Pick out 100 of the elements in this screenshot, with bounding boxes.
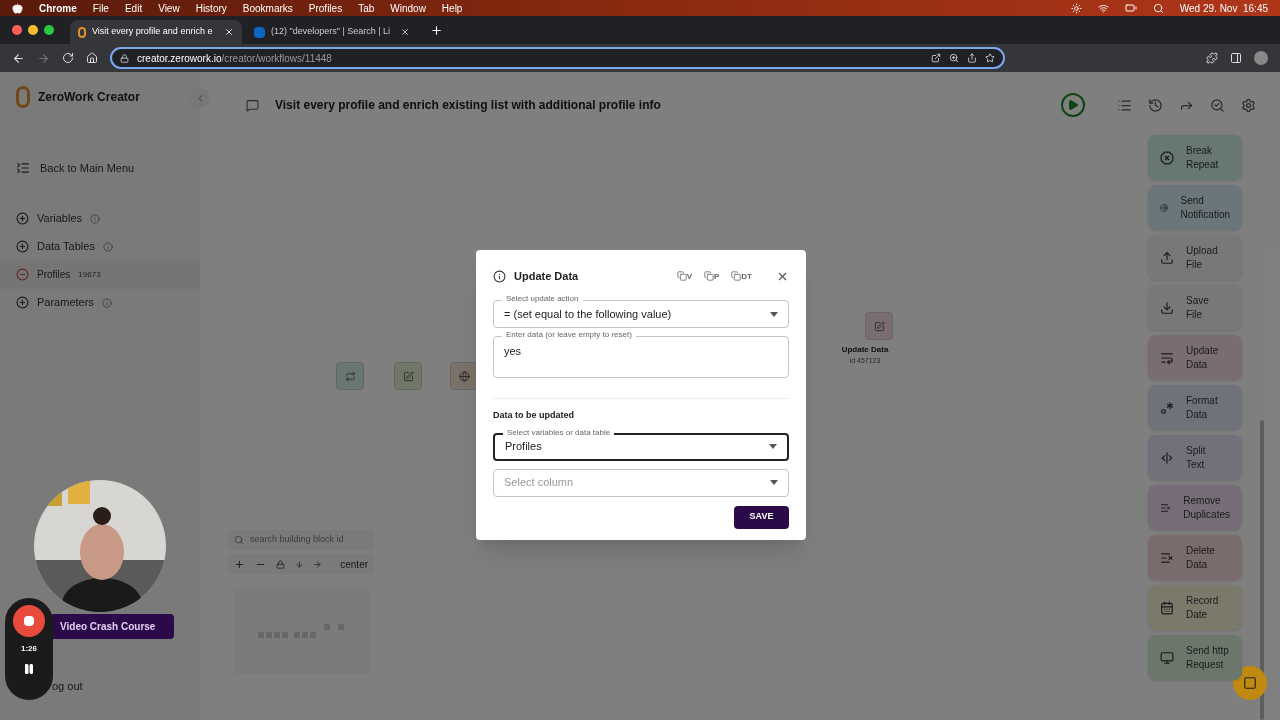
insert-shortcut-button[interactable]: P — [704, 271, 720, 281]
insert-shortcut-button[interactable]: V — [676, 271, 692, 281]
reload-icon[interactable] — [62, 52, 74, 64]
remove-icon[interactable] — [16, 268, 29, 281]
battery-icon[interactable] — [1124, 2, 1137, 14]
workflow-node[interactable] — [865, 312, 893, 340]
browser-tab[interactable]: (12) "developers" | Search | Li — [246, 20, 418, 44]
tab-title: Visit every profile and enrich e — [92, 25, 214, 39]
add-icon[interactable] — [16, 240, 29, 253]
lock-icon — [120, 53, 129, 63]
settings-icon[interactable] — [1241, 97, 1256, 113]
menu-item[interactable]: Help — [441, 0, 463, 16]
scrollbar[interactable] — [1260, 420, 1264, 720]
menu-item[interactable]: Tab — [358, 0, 375, 16]
menu-item[interactable]: File — [92, 0, 109, 16]
building-block[interactable]: Break Repeat — [1148, 135, 1242, 180]
building-block[interactable]: Remove Duplicates — [1148, 485, 1242, 530]
panel-icon — [1243, 676, 1257, 690]
new-tab-icon[interactable] — [430, 23, 443, 37]
block-label: Record Date — [1186, 593, 1219, 622]
block-label: Break Repeat — [1186, 143, 1219, 172]
field-placeholder: Select column — [504, 475, 575, 491]
pause-button[interactable] — [23, 663, 35, 675]
minimize-window-button[interactable] — [28, 25, 38, 35]
select-field[interactable]: Select column — [493, 468, 789, 497]
block-label: Split Text — [1186, 443, 1206, 472]
upload-icon — [1160, 250, 1174, 265]
menu-item[interactable]: History — [195, 0, 227, 16]
insert-shortcut-button[interactable]: DT — [731, 271, 752, 281]
field-value: = (set equal to the following value) — [504, 306, 673, 322]
apple-icon[interactable] — [12, 2, 23, 14]
menu-app-name[interactable]: Chrome — [39, 0, 77, 16]
profile-avatar[interactable] — [1254, 51, 1268, 65]
search-icon[interactable] — [1152, 2, 1164, 14]
menu-item[interactable]: Window — [390, 0, 426, 16]
regex-icon — [1160, 400, 1174, 415]
download-icon — [1160, 300, 1174, 315]
save-button[interactable]: SAVE — [734, 505, 789, 529]
url-text: creator.zerowork.io/creator/workflows/11448 — [137, 51, 333, 66]
block-label: Upload File — [1186, 243, 1218, 272]
menu-item[interactable]: Profiles — [308, 0, 343, 16]
arrow-down-button[interactable] — [294, 559, 304, 569]
back-icon[interactable] — [12, 51, 25, 65]
sidebar-item[interactable]: Variables — [37, 210, 83, 227]
sidebar-item[interactable]: Profiles — [37, 267, 71, 282]
menu-item[interactable]: Bookmarks — [242, 0, 293, 16]
side-panel-icon[interactable] — [1230, 52, 1242, 64]
sidebar-item[interactable]: Data Tables — [37, 238, 95, 255]
add-icon[interactable] — [16, 296, 29, 309]
share-icon[interactable] — [967, 53, 977, 63]
add-icon[interactable] — [16, 212, 29, 225]
edit-icon — [873, 320, 885, 332]
course-banner[interactable]: Video Crash Course — [50, 614, 174, 639]
sun-icon[interactable] — [1070, 2, 1082, 14]
stop-recording-button[interactable] — [13, 605, 45, 637]
field-value: Profiles — [505, 439, 543, 455]
back-to-menu-link[interactable]: Back to Main Menu — [40, 160, 135, 177]
browser-tab[interactable]: Visit every profile and enrich e — [70, 20, 242, 44]
workflow-node[interactable] — [336, 362, 364, 390]
block-label: Send Notification — [1180, 193, 1230, 222]
building-block[interactable]: Send http Request — [1148, 635, 1242, 680]
zoom-icon[interactable] — [949, 53, 959, 63]
forward-icon[interactable] — [37, 51, 50, 65]
close-icon[interactable] — [400, 27, 410, 37]
lock-button[interactable] — [275, 559, 285, 569]
menu-item[interactable]: View — [158, 0, 180, 16]
dialog-title: Update Data — [514, 268, 579, 284]
building-block[interactable]: Record Date — [1148, 585, 1242, 630]
menu-item[interactable]: Edit — [124, 0, 143, 16]
home-icon[interactable] — [86, 52, 98, 64]
building-block[interactable]: Upload File — [1148, 235, 1242, 280]
workflow-node[interactable] — [450, 362, 478, 390]
extensions-icon[interactable] — [1206, 52, 1218, 64]
list-icon[interactable] — [1117, 97, 1132, 113]
building-block[interactable]: Update Data — [1148, 335, 1242, 380]
search-check-icon[interactable] — [1210, 97, 1225, 113]
zoom-in-button[interactable] — [234, 558, 245, 570]
building-block[interactable]: Split Text — [1148, 435, 1242, 480]
building-block[interactable]: Delete Data — [1148, 535, 1242, 580]
comment-icon — [246, 98, 259, 112]
history-icon[interactable] — [1148, 97, 1163, 113]
field-value: yes — [504, 344, 523, 359]
logout-link[interactable]: og out — [52, 677, 184, 694]
arrow-right-button[interactable] — [313, 559, 323, 569]
workflow-node[interactable] — [394, 362, 422, 390]
close-icon[interactable] — [224, 27, 234, 37]
center-button[interactable]: center — [340, 556, 369, 572]
sidebar-item[interactable]: Parameters — [37, 294, 94, 311]
close-window-button[interactable] — [12, 25, 22, 35]
building-block[interactable]: Send Notification — [1148, 185, 1242, 230]
building-block[interactable]: Format Data — [1148, 385, 1242, 430]
block-label: Update Data — [1186, 343, 1219, 372]
bookmark-icon[interactable] — [985, 53, 995, 63]
node-label: Update Data — [841, 344, 889, 356]
open-icon[interactable] — [931, 53, 941, 63]
address-field[interactable]: creator.zerowork.io/creator/workflows/11448 — [110, 47, 1005, 69]
building-block[interactable]: Save File — [1148, 285, 1242, 330]
wifi-icon[interactable] — [1097, 2, 1109, 14]
run-button[interactable] — [1061, 93, 1085, 117]
zoom-window-button[interactable] — [44, 25, 54, 35]
